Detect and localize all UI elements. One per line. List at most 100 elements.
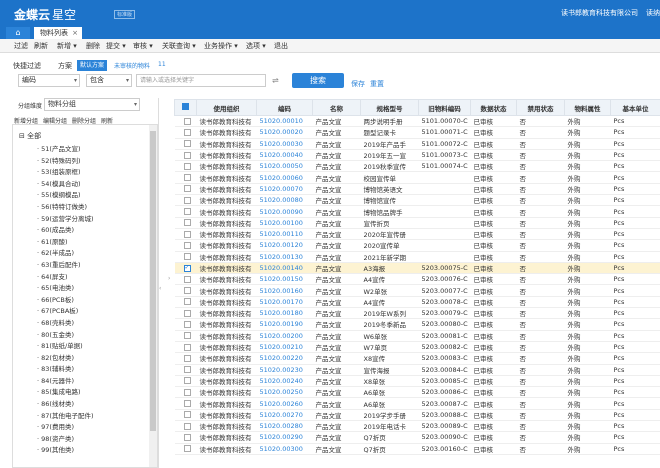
tree-root[interactable]: ⊟ 全部 — [19, 131, 41, 141]
toolbar-item[interactable]: 过滤 — [14, 41, 28, 51]
table-cell[interactable]: 51020.00250 — [256, 386, 313, 399]
tree-item[interactable]: · 87(其他电子配件) — [37, 410, 93, 422]
table-cell[interactable]: 51020.00090 — [256, 205, 313, 218]
tree-item[interactable]: · 51(产品文宣) — [37, 143, 93, 155]
row-checkbox[interactable] — [183, 433, 191, 441]
toolbar-item[interactable]: 提交 ▾ — [106, 41, 126, 51]
table-row[interactable]: 读书郎教育科技有 51020.00050 产品文宣 2019秋季宣传 5101.0007… — [174, 160, 660, 173]
tree-item[interactable]: · 85(集成电路) — [37, 386, 93, 398]
tab-material-list[interactable]: 物料列表 × — [34, 27, 82, 39]
table-cell[interactable]: 51020.00140 — [256, 262, 313, 275]
default-scheme-button[interactable]: 默认方案 — [77, 60, 108, 71]
row-checkbox[interactable] — [183, 117, 191, 125]
home-icon[interactable]: ⌂ — [6, 27, 30, 39]
expand-panel-icon[interactable]: › — [168, 275, 170, 282]
table-row[interactable]: 读书郎教育科技有 51020.00210 产品文宣 W7单页 5203.00082-C 已… — [174, 341, 660, 354]
tree-item[interactable]: · 66(PCB板) — [37, 294, 93, 306]
table-cell[interactable]: 51020.00030 — [256, 138, 313, 150]
company-name[interactable]: 读书郎教育科技有限公司 — [561, 8, 638, 18]
row-checkbox[interactable] — [183, 388, 191, 396]
table-cell[interactable]: 51020.00080 — [256, 194, 313, 207]
table-row[interactable]: 读书郎教育科技有 51020.00250 产品文宣 A6单张 5203.00086-C 已… — [174, 386, 660, 399]
table-cell[interactable]: 51020.00290 — [256, 431, 313, 444]
column-header[interactable]: 旧物料编码 — [418, 99, 471, 116]
table-cell[interactable]: 51020.00220 — [256, 352, 313, 365]
search-button[interactable]: 搜索 — [292, 73, 344, 88]
table-cell[interactable]: 51020.00040 — [256, 149, 313, 162]
tree-item[interactable]: · 80(五金类) — [37, 329, 93, 341]
filter-icon[interactable]: ⇌ — [272, 76, 279, 85]
row-checkbox[interactable] — [183, 185, 191, 193]
row-checkbox[interactable] — [183, 445, 191, 453]
toolbar-item[interactable]: 退出 — [274, 41, 288, 51]
tree-item[interactable]: · 53(组装原框) — [37, 166, 93, 178]
tree-item[interactable]: · 54(模具合动) — [37, 178, 93, 190]
row-checkbox[interactable] — [183, 411, 191, 419]
table-row[interactable]: 读书郎教育科技有 51020.00130 产品文宣 2021年新学期 已审核否外购 Pcs — [174, 251, 660, 263]
row-checkbox[interactable] — [183, 298, 191, 306]
table-cell[interactable]: 51020.00060 — [256, 171, 313, 184]
tree-item[interactable]: · 52(特殊码列) — [37, 155, 93, 167]
table-row[interactable]: 读书郎教育科技有 51020.00300 产品文宣 Q7折页 5203.00160-C 已… — [174, 443, 660, 455]
table-cell[interactable]: 51020.00160 — [256, 284, 313, 297]
table-row[interactable]: 读书郎教育科技有 51020.00180 产品文宣 2019年W系列 5203.0007… — [174, 307, 660, 320]
table-cell[interactable]: 51020.00020 — [256, 126, 313, 139]
row-checkbox[interactable] — [183, 140, 191, 148]
table-cell[interactable]: 51020.00050 — [256, 160, 313, 173]
table-row[interactable]: 读书郎教育科技有51020.00140产品文宣A3海报5203.00075-C已… — [174, 262, 660, 275]
table-row[interactable]: 读书郎教育科技有 51020.00060 产品文宣 校园宣传单 已审核否外购 Pcs — [174, 171, 660, 184]
table-row[interactable]: 读书郎教育科技有 51020.00070 产品文宣 博物馆英语文 已审核否外购 Pcs — [174, 183, 660, 196]
table-cell[interactable]: 51020.00130 — [256, 251, 313, 263]
row-checkbox[interactable] — [183, 230, 191, 238]
column-header[interactable]: 禁用状态 — [516, 99, 565, 116]
row-checkbox[interactable] — [183, 128, 191, 136]
tree-item[interactable]: · 82(包材类) — [37, 352, 93, 364]
table-row[interactable]: 读书郎教育科技有 51020.00220 产品文宣 X8宣传 5203.00083-C 已… — [174, 352, 660, 365]
table-cell[interactable]: 51020.00070 — [256, 183, 313, 196]
row-checkbox[interactable] — [183, 320, 191, 328]
tree-scrollbar[interactable] — [149, 125, 157, 467]
table-row[interactable]: 读书郎教育科技有 51020.00080 产品文宣 博物馆宣传 已审核否外购 Pcs — [174, 194, 660, 207]
column-header[interactable]: 规格型号 — [360, 99, 419, 116]
toolbar-item[interactable]: 关联查询 ▾ — [162, 41, 196, 51]
table-row[interactable]: 读书郎教育科技有 51020.00010 产品文宣 两步说明手册 5101.00070-… — [174, 115, 660, 128]
row-checkbox[interactable] — [183, 400, 191, 408]
table-cell[interactable]: 51020.00300 — [256, 443, 313, 455]
table-cell[interactable]: 51020.00270 — [256, 409, 313, 422]
table-cell[interactable]: 51020.00100 — [256, 217, 313, 229]
reset-link[interactable]: 重置 — [370, 79, 384, 89]
row-checkbox[interactable] — [183, 253, 191, 261]
table-cell[interactable]: 51020.00240 — [256, 375, 313, 388]
tree-item[interactable]: · 98(资产类) — [37, 433, 93, 445]
tree-item[interactable]: · 97(费用类) — [37, 421, 93, 433]
row-checkbox[interactable] — [183, 196, 191, 204]
row-checkbox[interactable] — [183, 219, 191, 227]
table-cell[interactable]: 51020.00150 — [256, 273, 313, 286]
row-checkbox[interactable] — [183, 366, 191, 374]
tree-item[interactable]: · 60(成品类) — [37, 224, 93, 236]
tree-item[interactable]: · 68(壳料类) — [37, 317, 93, 329]
save-link[interactable]: 保存 — [351, 79, 365, 89]
table-cell[interactable]: 51020.00120 — [256, 239, 313, 252]
scroll-thumb[interactable] — [150, 131, 156, 431]
table-row[interactable]: 读书郎教育科技有 51020.00030 产品文宣 2019年产品手 5101.0007… — [174, 138, 660, 150]
search-input[interactable]: 请输入或选择关键字 — [136, 74, 266, 87]
row-checkbox[interactable] — [183, 241, 191, 249]
row-checkbox[interactable] — [183, 264, 191, 272]
row-checkbox[interactable] — [183, 354, 191, 362]
table-row[interactable]: 读书郎教育科技有 51020.00260 产品文宣 A6单张 5203.00087-C 已… — [174, 397, 660, 410]
tree-item[interactable]: · 84(元器件) — [37, 375, 93, 387]
row-checkbox[interactable] — [183, 377, 191, 385]
tree-item[interactable]: · 83(辅料类) — [37, 363, 93, 375]
toolbar-item[interactable]: 审核 ▾ — [133, 41, 153, 51]
tree-item[interactable]: · 65(电池类) — [37, 282, 93, 294]
filter-field-select[interactable]: 编码 ▾ — [18, 74, 80, 87]
table-cell[interactable]: 51020.00210 — [256, 341, 313, 354]
unaudited-scheme-link[interactable]: 未审核的物料 — [114, 61, 150, 70]
tree-item[interactable]: · 61(原酸) — [37, 236, 93, 248]
table-row[interactable]: 读书郎教育科技有 51020.00020 产品文宣 题型记录卡 5101.00071-C… — [174, 126, 660, 139]
table-row[interactable]: 读书郎教育科技有 51020.00280 产品文宣 2019年电话卡 5203.0008… — [174, 420, 660, 433]
table-cell[interactable]: 51020.00010 — [256, 115, 313, 128]
table-row[interactable]: 读书郎教育科技有 51020.00190 产品文宣 2019冬季新品 5203.0008… — [174, 318, 660, 331]
tree-item[interactable]: · 56(特特订做类) — [37, 201, 93, 213]
